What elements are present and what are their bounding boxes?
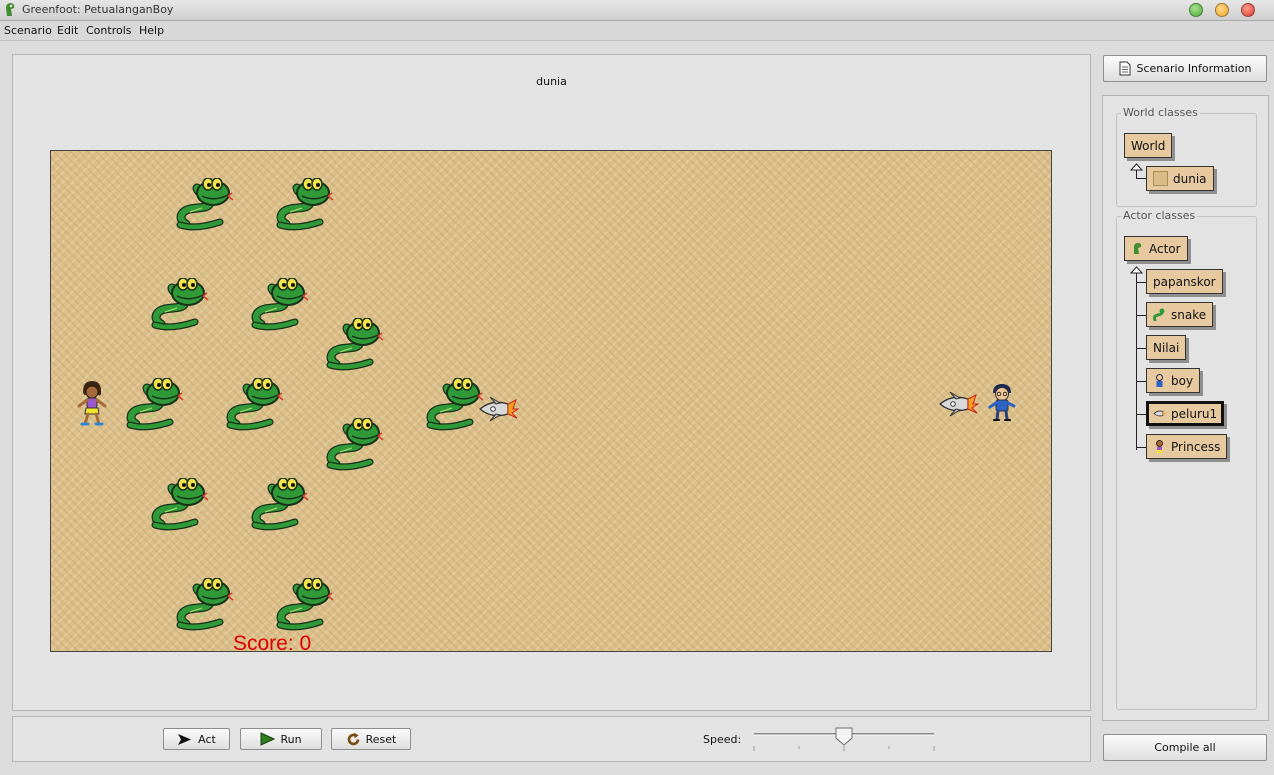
class-actor-label: Actor	[1149, 241, 1181, 256]
world-panel: dunia Score: 0	[12, 54, 1091, 711]
snake-actor[interactable]	[226, 378, 286, 432]
inheritance-arrow-icon	[1130, 266, 1143, 274]
class-world[interactable]: World	[1124, 133, 1173, 158]
world-classes-label: World classes	[1121, 106, 1200, 119]
princess-actor[interactable]	[77, 380, 107, 428]
class-papanskor[interactable]: papanskor	[1146, 269, 1223, 294]
snake-actor[interactable]	[276, 578, 336, 632]
boy-actor[interactable]	[987, 383, 1017, 423]
minimize-button[interactable]	[1189, 3, 1203, 17]
run-label: Run	[280, 732, 302, 746]
bullet-actor[interactable]	[478, 396, 520, 422]
compile-all-label: Compile all	[1154, 741, 1216, 754]
world-title: dunia	[536, 75, 567, 88]
actor-classes-label: Actor classes	[1121, 209, 1198, 222]
class-dunia-label: dunia	[1173, 171, 1207, 186]
run-button[interactable]: Run	[240, 728, 322, 750]
class-dunia[interactable]: dunia	[1146, 166, 1214, 191]
speed-slider-thumb[interactable]	[835, 727, 853, 746]
class-papanskor-label: papanskor	[1153, 274, 1216, 289]
rocket-icon	[1153, 410, 1166, 417]
snake-actor[interactable]	[251, 278, 311, 332]
execution-controls: Act Run Reset Speed:	[12, 716, 1091, 762]
title-bar: Greenfoot: PetualanganBoy	[0, 0, 1274, 21]
class-browser: World classes Actor classes World dunia …	[1102, 95, 1269, 721]
snake-actor[interactable]	[176, 578, 236, 632]
menu-controls[interactable]: Controls	[86, 24, 132, 37]
speed-label: Speed:	[703, 733, 742, 746]
princess-icon	[1156, 440, 1163, 453]
greenfoot-frog-icon	[6, 3, 15, 16]
class-princess[interactable]: Princess	[1146, 434, 1228, 459]
reset-button[interactable]: Reset	[331, 728, 411, 750]
close-button[interactable]	[1241, 3, 1255, 17]
compile-all-button[interactable]: Compile all	[1103, 734, 1267, 761]
reset-icon	[347, 732, 359, 745]
bullet-actor[interactable]	[938, 391, 980, 417]
snake-actor[interactable]	[176, 178, 236, 232]
class-boy-label: boy	[1171, 373, 1194, 388]
class-world-label: World	[1131, 138, 1166, 153]
document-icon	[1119, 61, 1130, 76]
inheritance-arrow-icon	[1130, 163, 1143, 171]
snake-actor[interactable]	[326, 418, 386, 472]
play-icon	[260, 732, 276, 746]
class-peluru1[interactable]: peluru1	[1146, 401, 1225, 426]
snake-actor[interactable]	[326, 318, 386, 372]
class-princess-label: Princess	[1171, 439, 1221, 454]
class-peluru1-label: peluru1	[1171, 406, 1218, 421]
speed-slider[interactable]	[753, 727, 935, 755]
class-nilai-label: Nilai	[1153, 340, 1180, 355]
boy-icon	[1156, 374, 1163, 387]
reset-label: Reset	[365, 732, 397, 746]
class-snake-label: snake	[1171, 307, 1207, 322]
class-actor[interactable]: Actor	[1124, 236, 1188, 261]
menu-bar: Scenario Edit Controls Help	[0, 21, 1274, 41]
snake-actor[interactable]	[251, 478, 311, 532]
act-icon	[178, 733, 192, 745]
world-classes-group: World classes	[1116, 106, 1257, 207]
snake-actor[interactable]	[426, 378, 486, 432]
snake-actor[interactable]	[126, 378, 186, 432]
snake-actor[interactable]	[151, 478, 211, 532]
scenario-information-label: Scenario Information	[1136, 62, 1252, 75]
act-button[interactable]: Act	[163, 728, 230, 750]
maximize-button[interactable]	[1215, 3, 1229, 17]
menu-edit[interactable]: Edit	[57, 24, 78, 37]
world-canvas[interactable]: Score: 0	[50, 150, 1052, 652]
class-boy[interactable]: boy	[1146, 368, 1201, 393]
class-snake[interactable]: snake	[1146, 302, 1214, 327]
class-nilai[interactable]: Nilai	[1146, 335, 1187, 360]
scenario-information-button[interactable]: Scenario Information	[1103, 55, 1267, 82]
sand-texture-icon	[1153, 171, 1168, 186]
snake-icon	[1153, 308, 1165, 321]
score-display: Score: 0	[233, 632, 312, 652]
snake-actor[interactable]	[151, 278, 211, 332]
act-label: Act	[198, 732, 216, 746]
window-title: Greenfoot: PetualanganBoy	[22, 3, 174, 16]
tree-connector	[1136, 272, 1137, 450]
greenfoot-frog-icon	[1134, 243, 1142, 254]
snake-actor[interactable]	[276, 178, 336, 232]
menu-help[interactable]: Help	[139, 24, 164, 37]
menu-scenario[interactable]: Scenario	[4, 24, 52, 37]
